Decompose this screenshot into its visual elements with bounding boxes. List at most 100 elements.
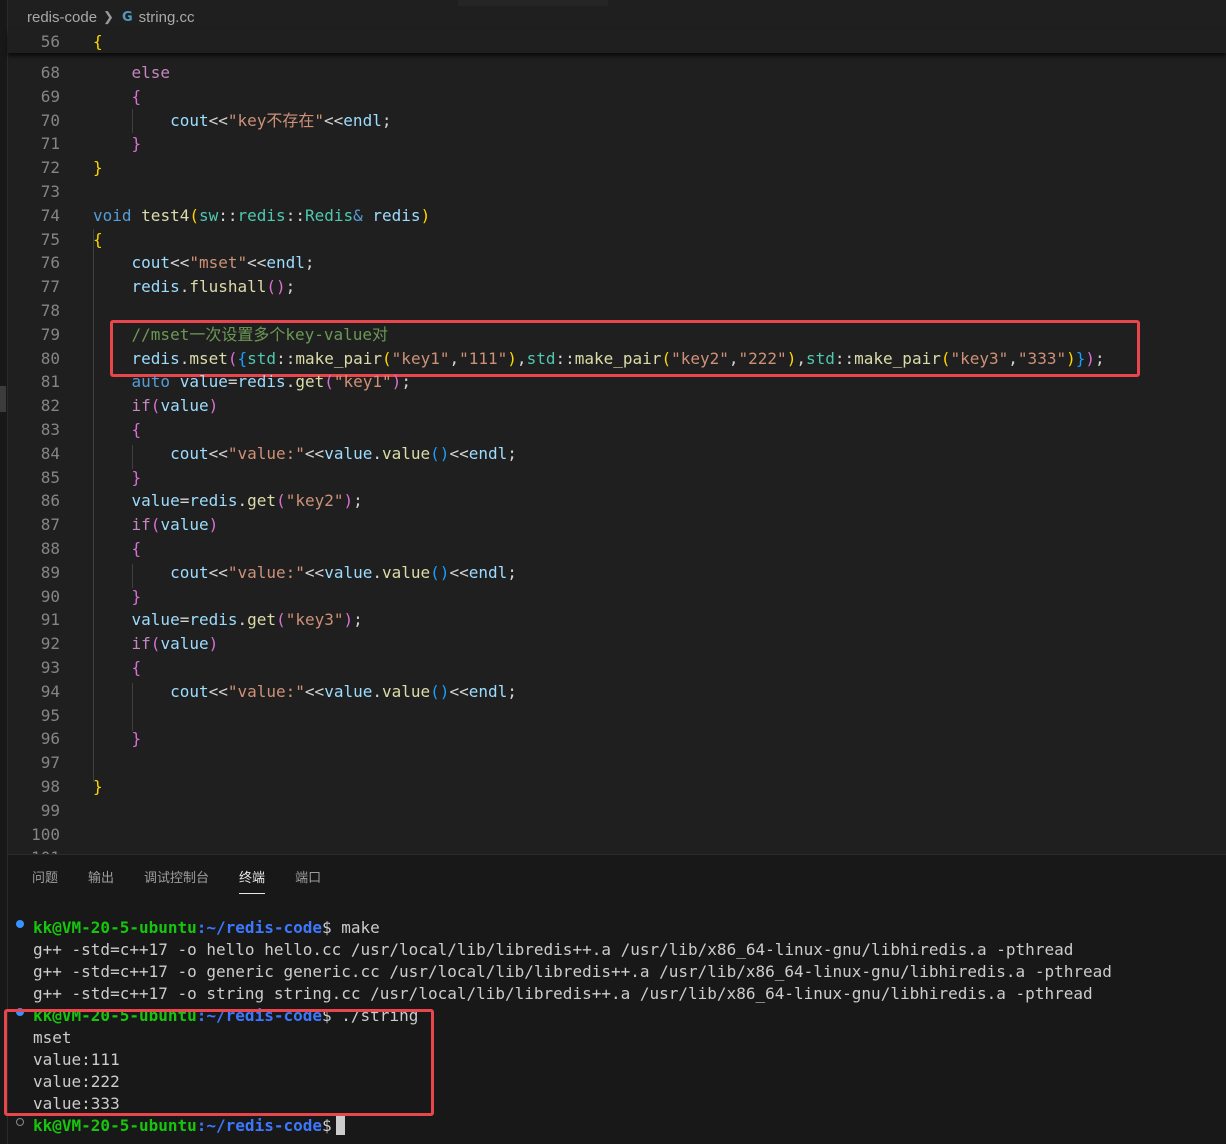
code-line[interactable]: 99 (8, 799, 1226, 823)
code-line[interactable]: 95 (8, 704, 1226, 728)
panel-tab[interactable]: 问题 (32, 867, 58, 894)
terminal-prompt-line: kk@VM-20-5-ubuntu:~/redis-code$ ./string (33, 1005, 418, 1027)
prompt-path: :~/redis-code (196, 1116, 322, 1135)
panel-tab[interactable]: 终端 (239, 867, 266, 894)
code-token: "222" (738, 349, 787, 368)
code-token: , (449, 349, 460, 368)
code-text: { (93, 656, 142, 680)
code-token: mset (189, 349, 228, 368)
code-line[interactable]: 98} (8, 775, 1226, 799)
code-token: cout (170, 111, 209, 130)
code-line[interactable]: 80 redis.mset({std::make_pair("key1","11… (8, 347, 1226, 371)
line-number: 99 (40, 801, 60, 820)
code-token: ; (304, 253, 315, 272)
code-line[interactable]: 69 { (8, 85, 1226, 109)
code-line[interactable]: 88 { (8, 537, 1226, 561)
line-number: 68 (40, 63, 60, 82)
code-token: . (372, 444, 382, 463)
sticky-scroll-line[interactable]: 56 { (8, 30, 1226, 53)
breadcrumb-folder[interactable]: redis-code (27, 9, 97, 26)
code-line[interactable]: 72} (8, 156, 1226, 180)
code-token: "key不存在" (227, 111, 325, 130)
line-number: 80 (40, 349, 60, 368)
code-line[interactable]: 84 cout<<"value:"<<value.value()<<endl; (8, 442, 1226, 466)
code-line[interactable]: 100 (8, 823, 1226, 847)
line-number: 81 (40, 372, 60, 391)
code-token: "key1" (333, 372, 392, 391)
code-token: { (131, 658, 142, 677)
code-token: :: (218, 206, 238, 225)
code-line[interactable]: 85 } (8, 466, 1226, 490)
code-editor[interactable]: 68 else 69 {70 cout<<"key不存在"<<endl; 71 } 7… (8, 61, 1226, 854)
code-line[interactable]: 83 { (8, 418, 1226, 442)
code-line[interactable]: 82 if(value) (8, 394, 1226, 418)
line-number: 94 (40, 682, 60, 701)
code-token: "key1" (391, 349, 450, 368)
code-token: , (516, 349, 527, 368)
code-token: ; (401, 372, 411, 391)
line-number: 71 (40, 134, 60, 153)
panel-tab[interactable]: 调试控制台 (144, 867, 209, 894)
code-text: { (93, 418, 142, 442)
code-line[interactable]: 79 //mset一次设置多个key-value对 (8, 323, 1226, 347)
code-line[interactable]: 76 cout<<"mset"<<endl; (8, 251, 1226, 275)
code-token: << (449, 563, 469, 582)
code-line[interactable]: 91 value=redis.get("key3"); (8, 608, 1226, 632)
code-line[interactable]: 96 } (8, 727, 1226, 751)
panel-tab[interactable]: 输出 (88, 867, 114, 894)
code-line[interactable]: 93 { (8, 656, 1226, 680)
code-line[interactable]: 77 redis.flushall(); (8, 275, 1226, 299)
code-token: << (324, 111, 344, 130)
code-line[interactable]: 92 if(value) (8, 632, 1226, 656)
code-line[interactable]: 86 value=redis.get("key2"); (8, 489, 1226, 513)
cpp-file-icon: G (121, 9, 133, 25)
code-token: << (449, 682, 469, 701)
terminal-command: ./string (331, 1006, 419, 1025)
code-token: test4 (141, 206, 190, 225)
code-text: value=redis.get("key2"); (93, 489, 363, 513)
code-text: if(value) (93, 632, 219, 656)
code-token: ; (1095, 349, 1105, 368)
code-line[interactable]: 75 { (8, 228, 1226, 252)
code-line[interactable]: 70 cout<<"key不存在"<<endl; (8, 109, 1226, 133)
command-status-icon[interactable] (16, 1118, 24, 1126)
code-line[interactable]: 74 void test4(sw::redis::Redis& redis) (8, 204, 1226, 228)
code-token: redis (189, 610, 238, 629)
code-line[interactable]: 90 } (8, 585, 1226, 609)
code-token: get (247, 491, 277, 510)
code-token: } (131, 729, 142, 748)
terminal-cursor (335, 1116, 345, 1135)
line-number: 100 (31, 825, 60, 844)
code-line[interactable]: 71 } (8, 132, 1226, 156)
breadcrumb-file[interactable]: string.cc (139, 9, 195, 26)
code-line[interactable]: 94 cout<<"value:"<<value.value()<<endl; (8, 680, 1226, 704)
code-line[interactable]: 68 else (8, 61, 1226, 85)
code-text: redis.flushall(); (93, 275, 296, 299)
code-token: value (382, 682, 431, 701)
command-status-icon[interactable] (16, 920, 24, 928)
code-token: "value:" (227, 444, 305, 463)
code-line[interactable]: 81 auto value=redis.get("key1"); (8, 370, 1226, 394)
panel-tab[interactable]: 端口 (295, 867, 321, 894)
code-token: ( (382, 349, 392, 368)
code-token: ) (208, 396, 219, 415)
code-line[interactable]: 101 (8, 846, 1226, 854)
code-token: :: (834, 349, 855, 368)
code-token: cout (131, 253, 171, 272)
code-line[interactable]: 73 (8, 180, 1226, 204)
code-text: cout<<"value:"<<value.value()<<endl; (93, 442, 517, 466)
code-text: { (93, 228, 103, 252)
code-token: ) (343, 491, 354, 510)
code-line[interactable]: 78 (8, 299, 1226, 323)
command-status-icon[interactable] (16, 1008, 24, 1016)
code-token: ) (786, 349, 797, 368)
code-line[interactable]: 97 (8, 751, 1226, 775)
code-token: ( (227, 349, 238, 368)
code-line[interactable]: 89 cout<<"value:"<<value.value()<<endl; (8, 561, 1226, 585)
code-line[interactable]: 87 if(value) (8, 513, 1226, 537)
